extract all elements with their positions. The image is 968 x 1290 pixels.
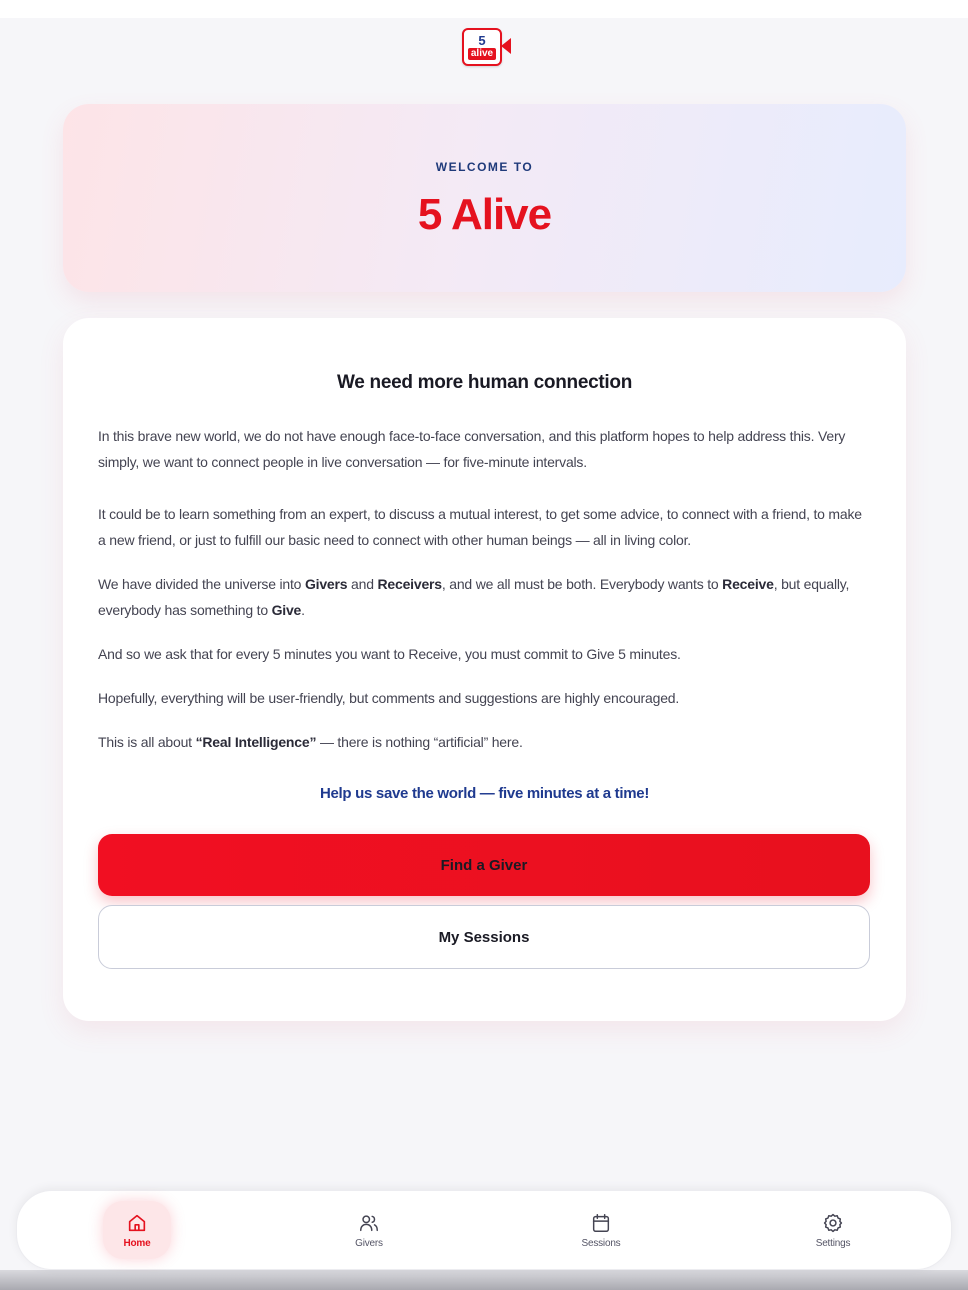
intro-paragraph-1: In this brave new world, we do not have … <box>98 428 846 470</box>
intro-card: We need more human connection In this br… <box>63 318 906 1021</box>
logo-number: 5 <box>478 32 486 48</box>
bottom-nav: Home Givers Sessions Settings <box>16 1190 952 1270</box>
home-icon <box>128 1214 146 1231</box>
calendar-icon <box>592 1213 610 1232</box>
find-a-giver-button[interactable]: Find a Giver <box>98 834 870 896</box>
nav-label-sessions: Sessions <box>581 1237 621 1249</box>
p3-text-a: We have divided the universe into <box>98 576 305 592</box>
users-icon <box>360 1214 378 1231</box>
welcome-eyebrow: WELCOME TO <box>435 160 534 174</box>
p3-givers: Givers <box>304 576 348 592</box>
my-sessions-button[interactable]: My Sessions <box>98 905 870 969</box>
nav-label-settings: Settings <box>815 1237 851 1249</box>
app-logo: 5 alive <box>462 28 511 66</box>
p3-receivers: Receivers <box>377 576 443 592</box>
intro-paragraph-5: Hopefully, everything will be user-frien… <box>98 690 680 706</box>
nav-label-home: Home <box>123 1237 151 1249</box>
logo-word: alive <box>467 47 497 60</box>
p3-receive: Receive <box>722 576 774 592</box>
intro-paragraph-3: We have divided the universe into Givers… <box>98 571 873 623</box>
nav-item-home[interactable]: Home <box>103 1201 171 1259</box>
intro-paragraph-4: And so we ask that for every 5 minutes y… <box>98 646 681 662</box>
p3-text-e: . <box>301 602 305 618</box>
nav-label-givers: Givers <box>355 1237 383 1249</box>
intro-paragraph-6: This is all about “Real Intelligence” — … <box>98 729 873 755</box>
nav-item-givers[interactable]: Givers <box>335 1201 403 1259</box>
nav-item-settings[interactable]: Settings <box>799 1201 867 1259</box>
p6-text-a: This is all about <box>98 734 196 750</box>
welcome-banner: WELCOME TO 5 Alive <box>63 104 906 292</box>
tagline: Help us save the world — five minutes at… <box>319 785 650 802</box>
p3-text-b: and <box>347 576 378 592</box>
logo-camera-lens <box>501 38 511 54</box>
top-strip <box>0 0 968 18</box>
intro-heading: We need more human connection <box>337 372 632 393</box>
bottom-edge <box>0 1270 968 1290</box>
p3-text-c: , and we all must be both. Everybody wan… <box>441 576 723 592</box>
gear-icon <box>823 1213 843 1232</box>
app-title: 5 Alive <box>417 190 552 239</box>
p6-text-b: — there is nothing “artificial” here. <box>316 734 523 750</box>
p6-real-intelligence: “Real Intelligence” <box>195 734 317 750</box>
logo-camera-body: 5 alive <box>462 28 502 66</box>
p3-give: Give <box>271 602 302 618</box>
intro-paragraph-2: It could be to learn something from an e… <box>98 506 862 548</box>
nav-item-sessions[interactable]: Sessions <box>567 1201 635 1259</box>
